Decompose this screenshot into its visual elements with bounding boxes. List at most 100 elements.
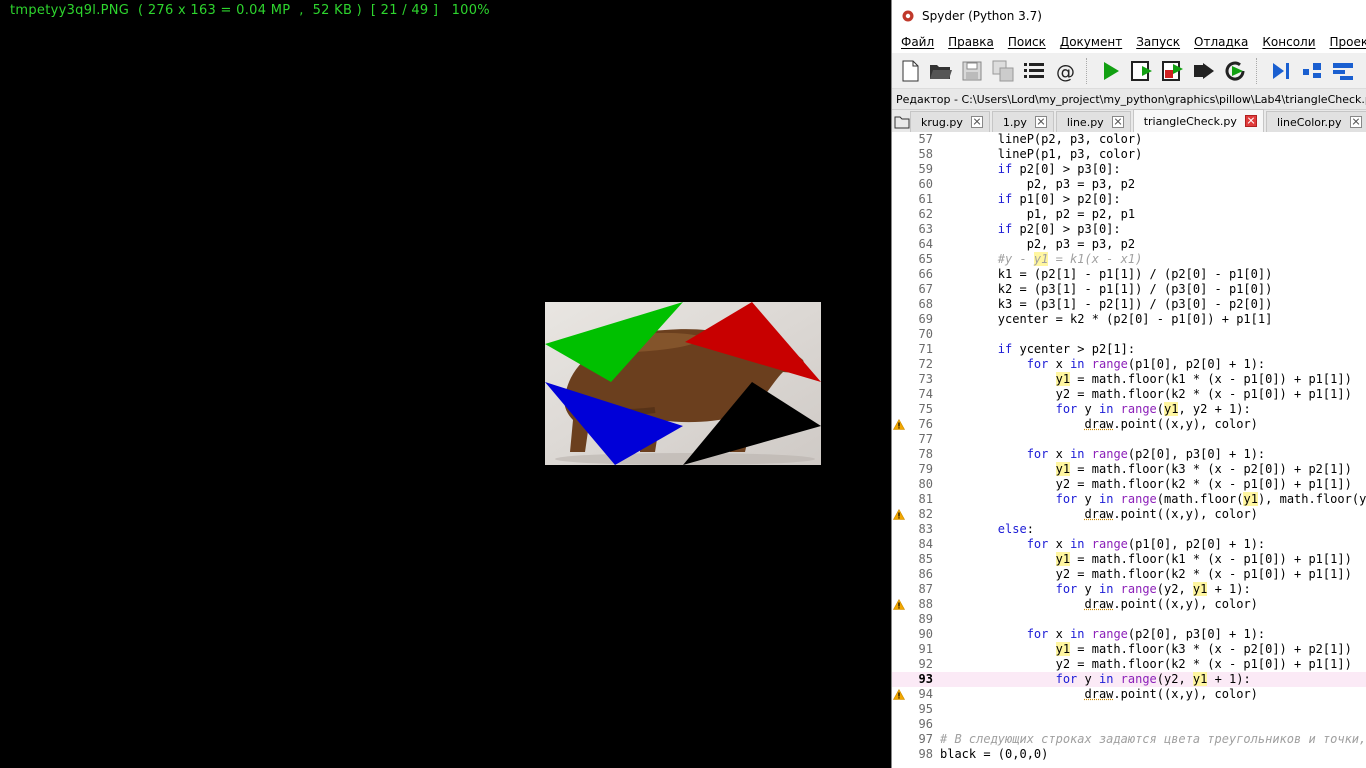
toolbar-separator bbox=[1086, 57, 1093, 84]
code-line[interactable]: 87 for y in range(y2, y1 + 1): bbox=[892, 582, 1366, 597]
gutter bbox=[892, 267, 906, 282]
code-line[interactable]: 75 for y in range(y1, y2 + 1): bbox=[892, 402, 1366, 417]
code-text: for x in range(p2[0], p3[0] + 1): bbox=[1026, 447, 1266, 461]
tab-line[interactable]: line.py bbox=[1055, 111, 1131, 132]
code-line[interactable]: 84 for x in range(p1[0], p2[0] + 1): bbox=[892, 537, 1366, 552]
debug-stop-icon[interactable] bbox=[1329, 57, 1357, 85]
line-number: 80 bbox=[918, 477, 933, 491]
gutter bbox=[892, 567, 906, 582]
code-text: y2 = math.floor(k2 * (x - p1[0]) + p1[1]… bbox=[940, 387, 1352, 401]
code-line[interactable]: 82 draw.point((x,y), color) bbox=[892, 507, 1366, 522]
code-line[interactable]: 60 p2, p3 = p3, p2 bbox=[892, 177, 1366, 192]
tab-1[interactable]: 1.py bbox=[991, 111, 1054, 132]
code-line[interactable]: 85 y1 = math.floor(k1 * (x - p1[0]) + p1… bbox=[892, 552, 1366, 567]
rerun-icon[interactable] bbox=[1221, 57, 1249, 85]
code-line[interactable]: 81 for y in range(math.floor(y1), math.f… bbox=[892, 492, 1366, 507]
save-icon[interactable] bbox=[958, 57, 986, 85]
gutter bbox=[892, 642, 906, 657]
at-icon[interactable]: @ bbox=[1051, 57, 1079, 85]
save-all-icon[interactable] bbox=[989, 57, 1017, 85]
gutter bbox=[892, 447, 906, 462]
code-editor[interactable]: 57 lineP(p2, p3, color) 58 lineP(p1, p3, … bbox=[892, 132, 1366, 768]
code-line[interactable]: 90 for x in range(p2[0], p3[0] + 1): bbox=[892, 627, 1366, 642]
code-line[interactable]: 58 lineP(p1, p3, color) bbox=[892, 147, 1366, 162]
menu-edit[interactable]: Правка bbox=[941, 35, 1001, 49]
code-line[interactable]: 91 y1 = math.floor(k3 * (x - p2[0]) + p2… bbox=[892, 642, 1366, 657]
code-line[interactable]: 59 if p2[0] > p3[0]: bbox=[892, 162, 1366, 177]
run-cell-advance-icon[interactable] bbox=[1159, 57, 1187, 85]
code-line[interactable]: 98 black = (0,0,0) bbox=[892, 747, 1366, 762]
code-line[interactable]: 92 y2 = math.floor(k2 * (x - p1[0]) + p1… bbox=[892, 657, 1366, 672]
code-line[interactable]: 83 else: bbox=[892, 522, 1366, 537]
tab-linecolor[interactable]: lineColor.py bbox=[1265, 111, 1366, 132]
code-line[interactable]: 80 y2 = math.floor(k2 * (x - p1[0]) + p1… bbox=[892, 477, 1366, 492]
code-text: k3 = (p3[1] - p2[1]) / (p3[0] - p2[0]) bbox=[940, 297, 1273, 311]
warning-icon bbox=[892, 507, 906, 522]
code-line[interactable]: 67 k2 = (p3[1] - p1[1]) / (p3[0] - p1[0]… bbox=[892, 282, 1366, 297]
menu-run[interactable]: Запуск bbox=[1129, 35, 1187, 49]
gutter bbox=[892, 582, 906, 597]
code-line[interactable]: 62 p1, p2 = p2, p1 bbox=[892, 207, 1366, 222]
menu-search[interactable]: Поиск bbox=[1001, 35, 1053, 49]
code-line[interactable]: 64 p2, p3 = p3, p2 bbox=[892, 237, 1366, 252]
code-line[interactable]: 93 for y in range(y2, y1 + 1): bbox=[892, 672, 1366, 687]
line-number: 73 bbox=[918, 372, 933, 386]
code-line[interactable]: 61 if p1[0] > p2[0]: bbox=[892, 192, 1366, 207]
line-number: 82 bbox=[918, 507, 933, 521]
code-line[interactable]: 65 #y - y1 = k1(x - x1) bbox=[892, 252, 1366, 267]
code-line[interactable]: 88 draw.point((x,y), color) bbox=[892, 597, 1366, 612]
code-line[interactable]: 63 if p2[0] > p3[0]: bbox=[892, 222, 1366, 237]
open-folder-icon[interactable] bbox=[927, 57, 955, 85]
code-line[interactable]: 70 bbox=[892, 327, 1366, 342]
code-text: for y in range(y2, y1 + 1): bbox=[1055, 582, 1251, 596]
code-line[interactable]: 72 for x in range(p1[0], p2[0] + 1): bbox=[892, 357, 1366, 372]
code-line[interactable]: 79 y1 = math.floor(k3 * (x - p2[0]) + p2… bbox=[892, 462, 1366, 477]
menu-file[interactable]: Файл bbox=[894, 35, 941, 49]
close-icon[interactable] bbox=[1244, 115, 1257, 127]
browse-tabs-icon[interactable] bbox=[894, 112, 910, 132]
menu-debug[interactable]: Отладка bbox=[1187, 35, 1255, 49]
list-icon[interactable] bbox=[1020, 57, 1048, 85]
line-number: 64 bbox=[918, 237, 933, 251]
code-text: draw.point((x,y), color) bbox=[1084, 597, 1258, 611]
line-number: 84 bbox=[918, 537, 933, 551]
code-line[interactable]: 66 k1 = (p2[1] - p1[1]) / (p2[0] - p1[0]… bbox=[892, 267, 1366, 282]
debug-step-icon[interactable] bbox=[1267, 57, 1295, 85]
close-icon[interactable] bbox=[1034, 116, 1047, 128]
run-icon[interactable] bbox=[1097, 57, 1125, 85]
close-icon[interactable] bbox=[1349, 116, 1362, 128]
gutter bbox=[892, 702, 906, 717]
code-line[interactable]: 69 ycenter = k2 * (p2[0] - p1[0]) + p1[1… bbox=[892, 312, 1366, 327]
debug-continue-icon[interactable] bbox=[1298, 57, 1326, 85]
code-line[interactable]: 96 bbox=[892, 717, 1366, 732]
code-text: y2 = math.floor(k2 * (x - p1[0]) + p1[1]… bbox=[940, 567, 1352, 581]
code-line[interactable]: 74 y2 = math.floor(k2 * (x - p1[0]) + p1… bbox=[892, 387, 1366, 402]
tab-krug[interactable]: krug.py bbox=[910, 111, 990, 132]
code-text: y1 = math.floor(k1 * (x - p1[0]) + p1[1]… bbox=[1055, 372, 1352, 386]
code-line[interactable]: 77 bbox=[892, 432, 1366, 447]
menu-projects[interactable]: Проекты bbox=[1323, 35, 1366, 49]
code-line[interactable]: 97 # В следующих строках задаются цвета т… bbox=[892, 732, 1366, 747]
code-line[interactable]: 89 bbox=[892, 612, 1366, 627]
code-line[interactable]: 95 bbox=[892, 702, 1366, 717]
code-text: for x in range(p1[0], p2[0] + 1): bbox=[1026, 357, 1266, 371]
menu-consoles[interactable]: Консоли bbox=[1255, 35, 1322, 49]
line-number: 65 bbox=[918, 252, 933, 266]
run-cell-icon[interactable] bbox=[1128, 57, 1156, 85]
line-number: 77 bbox=[918, 432, 933, 446]
close-icon[interactable] bbox=[970, 116, 983, 128]
close-icon[interactable] bbox=[1111, 116, 1124, 128]
code-line[interactable]: 73 y1 = math.floor(k1 * (x - p1[0]) + p1… bbox=[892, 372, 1366, 387]
code-line[interactable]: 94 draw.point((x,y), color) bbox=[892, 687, 1366, 702]
code-line[interactable]: 71 if ycenter > p2[1]: bbox=[892, 342, 1366, 357]
code-line[interactable]: 76 draw.point((x,y), color) bbox=[892, 417, 1366, 432]
menu-source[interactable]: Документ bbox=[1053, 35, 1129, 49]
code-line[interactable]: 68 k3 = (p3[1] - p2[1]) / (p3[0] - p2[0]… bbox=[892, 297, 1366, 312]
tab-trianglecheck[interactable]: triangleCheck.py bbox=[1132, 109, 1264, 132]
run-selection-icon[interactable] bbox=[1190, 57, 1218, 85]
code-line[interactable]: 86 y2 = math.floor(k2 * (x - p1[0]) + p1… bbox=[892, 567, 1366, 582]
new-file-icon[interactable] bbox=[896, 57, 924, 85]
code-line[interactable]: 57 lineP(p2, p3, color) bbox=[892, 132, 1366, 147]
code-line[interactable]: 78 for x in range(p2[0], p3[0] + 1): bbox=[892, 447, 1366, 462]
line-number: 91 bbox=[918, 642, 933, 656]
